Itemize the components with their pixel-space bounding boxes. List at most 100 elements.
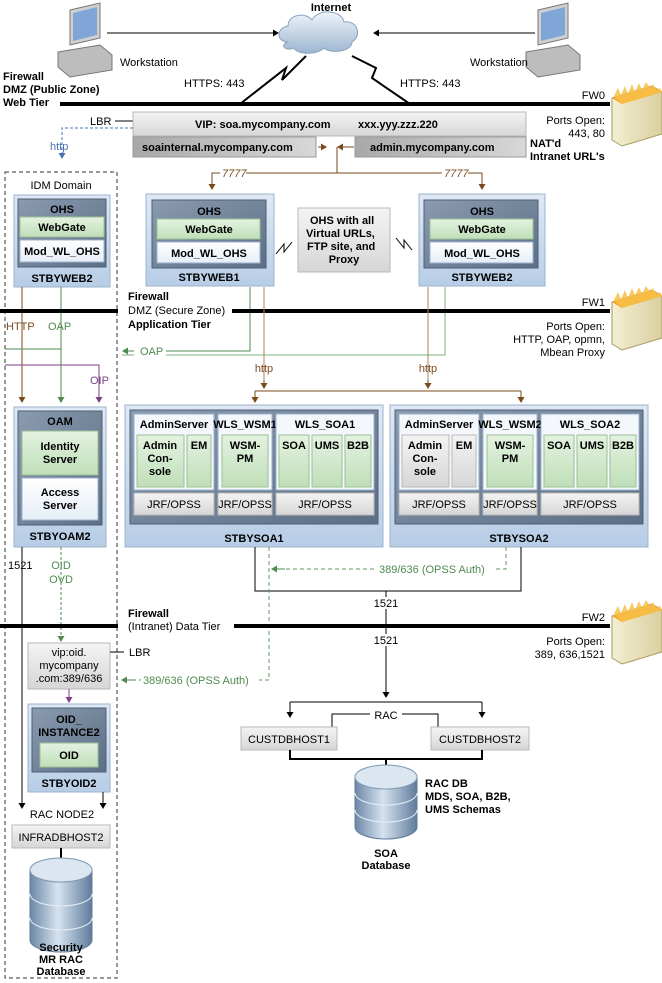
admin-console-line1: Admin <box>408 440 443 452</box>
mod-wl-ohs-label: Mod_WL_OHS <box>171 248 247 260</box>
rac-label: RAC <box>374 710 397 722</box>
ums-app-label: UMS <box>315 440 339 452</box>
webgate-label: WebGate <box>38 222 85 234</box>
admin-console-line2: Con- <box>412 453 437 465</box>
fw1-title-line3: Application Tier <box>128 319 212 331</box>
infradbhost2-label: INFRADBHOST2 <box>19 832 104 844</box>
identity-server-component <box>21 430 99 476</box>
jrf-opss-label: JRF/OPSS <box>483 499 537 511</box>
host-name: STBYWEB1 <box>178 272 239 284</box>
fw0-ports: 443, 80 <box>568 128 605 140</box>
access-server-line1: Access <box>41 487 80 499</box>
idm-http-link <box>58 127 133 159</box>
wsm-pm-line2: PM <box>237 453 254 465</box>
host-name: STBYWEB2 <box>31 273 92 285</box>
fw1-ports-label: Ports Open: <box>546 321 605 333</box>
wls-soa-title: WLS_SOA2 <box>560 419 621 431</box>
workstation-left: Workstation <box>57 2 178 78</box>
host-name: STBYSOA1 <box>224 533 283 545</box>
ohs-note-line2: Virtual URLs, <box>306 228 375 240</box>
nat-note-line2: Intranet URL's <box>530 151 605 163</box>
ohs-note-link-right <box>395 237 413 251</box>
rac-node2-label: RAC NODE2 <box>30 809 94 821</box>
ohs-note-link-left <box>275 241 293 255</box>
identity-server-line2: Server <box>43 454 78 466</box>
fw0-title-line2: DMZ (Public Zone) <box>3 84 100 96</box>
oid-instance-line2: INSTANCE2 <box>38 727 100 739</box>
security-db-line2: MR RAC <box>39 954 83 966</box>
https-link-left <box>239 55 307 105</box>
soa-db-note-line2: MDS, SOA, B2B, <box>425 791 511 803</box>
oam-title: OAM <box>47 416 73 428</box>
fw2-ports-label: Ports Open: <box>546 636 605 648</box>
host-stbyweb1: OHS WebGate Mod_WL_OHS STBYWEB1 <box>145 193 275 287</box>
security-db-line3: Database <box>37 966 86 978</box>
host-stbysoa1: AdminServer Admin Con- sole EM JRF/OPSS … <box>124 404 384 548</box>
internet-cloud: Internet <box>278 2 359 54</box>
idm-http-label: http <box>50 141 68 153</box>
host-name: STBYWEB2 <box>451 272 512 284</box>
port-7777-label-left: 7777 <box>222 168 247 180</box>
fw1-title-line1: Firewall <box>128 291 169 303</box>
nat-note-line1: NAT'd <box>530 138 561 150</box>
admin-console-line1: Admin <box>143 440 178 452</box>
access-server-line2: Server <box>43 500 78 512</box>
fw2-id: FW2 <box>582 612 605 624</box>
oid-label: OID <box>51 560 71 572</box>
soa-db-note-line3: UMS Schemas <box>425 804 501 816</box>
wsm-pm-line1: WSM- <box>230 440 261 452</box>
fw1-ports-line1: HTTP, OAP, opmn, <box>513 334 605 346</box>
fw0-id: FW0 <box>582 90 605 102</box>
jrf-opss-label: JRF/OPSS <box>298 499 352 511</box>
wls-soa-title: WLS_SOA1 <box>295 419 356 431</box>
host-stbyweb2: OHS WebGate Mod_WL_OHS STBYWEB2 <box>418 193 546 287</box>
oid-component-label: OID <box>59 750 79 762</box>
ohs-title: OHS <box>197 206 221 218</box>
webgate-label: WebGate <box>185 224 232 236</box>
port-1521-upper-label: 1521 <box>374 598 398 610</box>
ums-app-label: UMS <box>580 440 604 452</box>
host-name: STBYOAM2 <box>29 531 90 543</box>
workstation-right: Workstation <box>470 2 581 78</box>
idm-http-caps-label: HTTP <box>6 321 35 333</box>
admin-console-line3: sole <box>414 466 436 478</box>
jrf-opss-label: JRF/OPSS <box>563 499 617 511</box>
http-label-web2: http <box>419 363 437 375</box>
jrf-opss-label: JRF/OPSS <box>412 499 466 511</box>
port-7777-label-right: 7777 <box>444 168 469 180</box>
https-label-left: HTTPS: 443 <box>184 78 245 90</box>
oid-vip-line2: mycompany <box>39 660 99 672</box>
mod-wl-ohs-label: Mod_WL_OHS <box>24 246 100 258</box>
host-stbyoid2: OID_ INSTANCE2 OID STBYOID2 <box>27 703 111 793</box>
opss-auth-label-lower: 389/636 (OPSS Auth) <box>143 675 249 687</box>
access-server-component <box>21 477 99 521</box>
custdbhost1-label: CUSTDBHOST1 <box>248 734 330 746</box>
oid-vip-line1: vip:oid. <box>52 647 87 659</box>
oid-instance-line1: OID_ <box>56 714 83 726</box>
oid-vip-box: vip:oid. mycompany .com:389/636 <box>27 642 111 690</box>
topology-diagram: Workstation Internet Workstation HTTPS: … <box>0 2 662 979</box>
host-stbyoam2: OAM Identity Server Access Server STBYOA… <box>13 406 107 548</box>
soa-app-label: SOA <box>547 440 571 452</box>
firewall-icon <box>611 82 662 147</box>
firewall-icon <box>611 600 662 665</box>
host-stbysoa2: AdminServer Admin Con- sole EM JRF/OPSS … <box>389 404 649 548</box>
firewall-icon <box>611 286 662 351</box>
oip-label: OIP <box>90 375 109 387</box>
ohs-note-line1: OHS with all <box>310 215 374 227</box>
vip-ip: xxx.yyy.zzz.220 <box>358 119 438 131</box>
internet-label: Internet <box>311 2 352 14</box>
custdbhost2-label: CUSTDBHOST2 <box>439 734 521 746</box>
http-label-web1: http <box>255 363 273 375</box>
mod-wl-ohs-label: Mod_WL_OHS <box>444 248 520 260</box>
fw1-ports-line2: Mbean Proxy <box>540 347 605 359</box>
wls-wsm-title: WLS_WSM2 <box>478 419 542 431</box>
ohs-note-line3: FTP site, and <box>307 241 375 253</box>
database-icon <box>29 857 93 953</box>
b2b-app-label: B2B <box>347 440 369 452</box>
admin-console-line3: sole <box>149 466 171 478</box>
fw0-title-line3: Web Tier <box>3 97 50 109</box>
fw1-id: FW1 <box>582 297 605 309</box>
database-icon <box>354 764 418 840</box>
soa-db-note-line1: RAC DB <box>425 778 468 790</box>
